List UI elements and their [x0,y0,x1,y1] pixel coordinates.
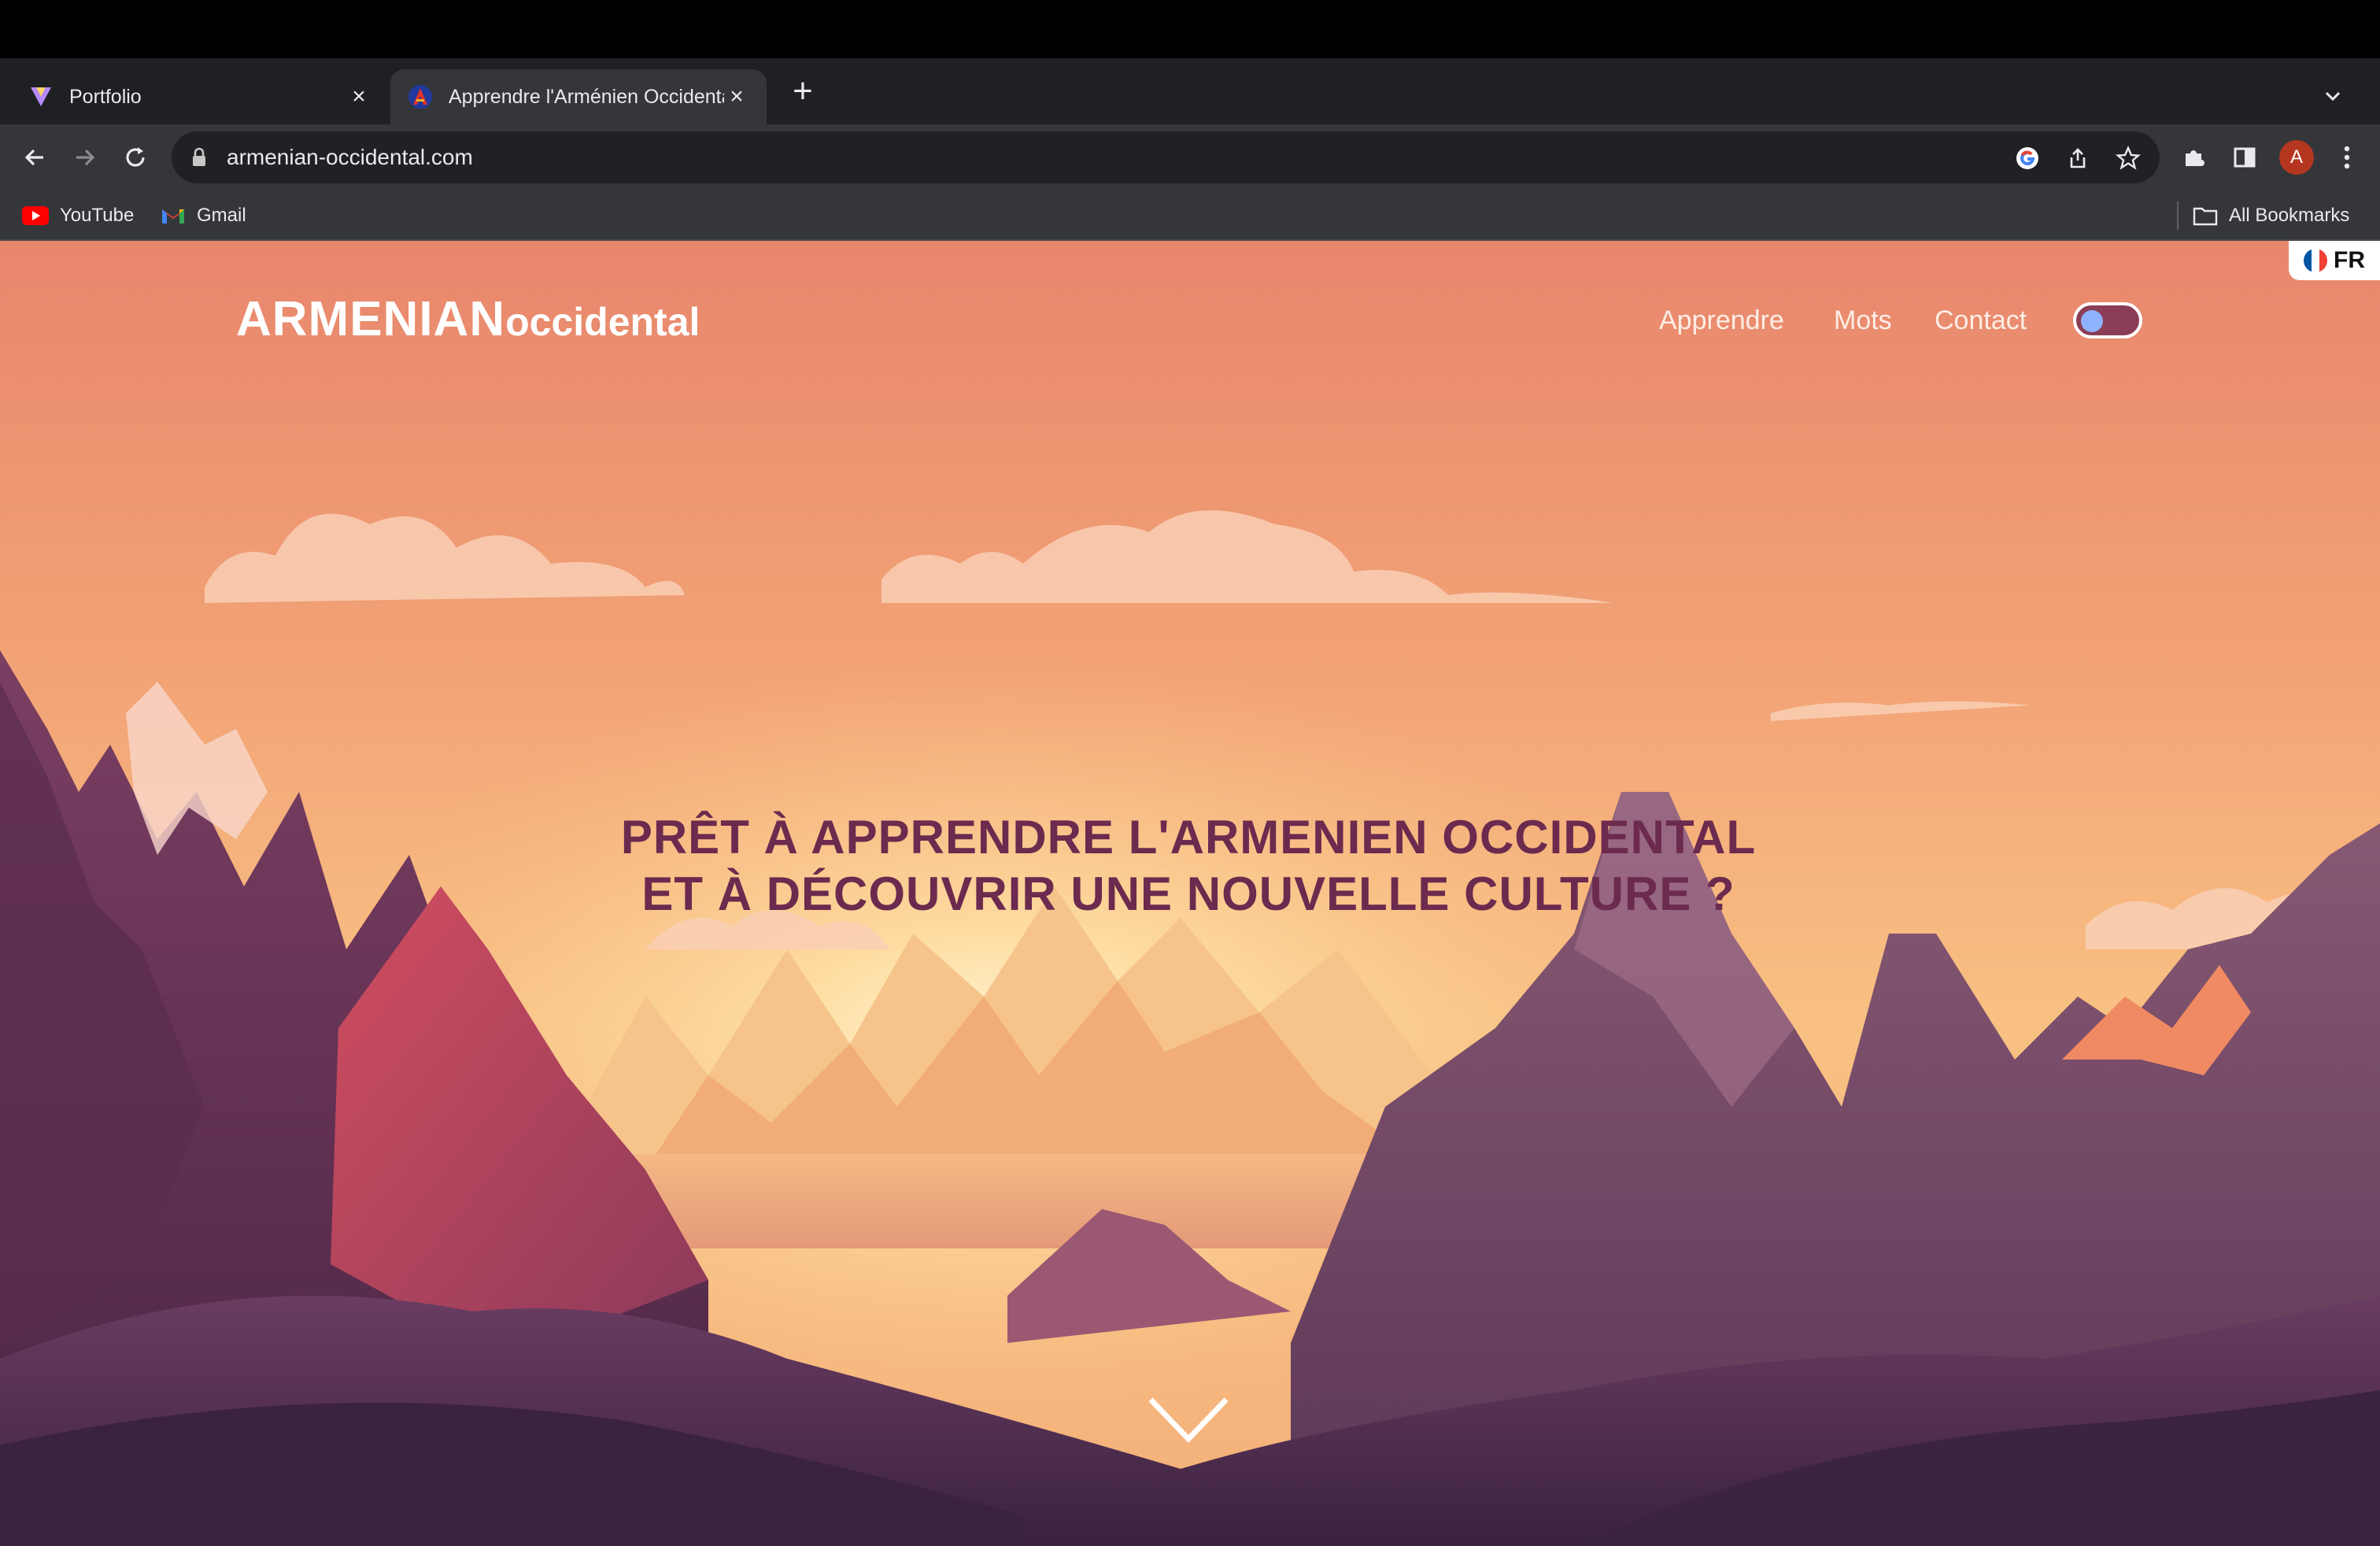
logo-sub: occidental [505,300,700,344]
language-code: FR [2334,247,2365,273]
tab-strip: Portfolio × Apprendre l'Arménien Occiden… [0,58,2380,124]
scroll-down-chevron-icon[interactable] [1146,1392,1231,1447]
bookmark-label: Gmail [197,205,246,226]
google-lens-icon[interactable] [2013,144,2042,172]
browser-toolbar: armenian-occidental.com A [0,124,2380,190]
tab-portfolio[interactable]: Portfolio × [11,69,389,124]
site-logo[interactable]: ARMENIANoccidental [236,291,700,347]
bookmark-label: YouTube [60,205,135,226]
folder-icon [2193,205,2218,226]
all-bookmarks-label: All Bookmarks [2229,205,2350,226]
profile-avatar[interactable]: A [2279,140,2314,175]
side-panel-icon[interactable] [2224,137,2265,178]
nav-contact[interactable]: Contact [1935,305,2027,336]
lock-icon[interactable] [190,147,208,168]
armenian-a-icon [408,84,433,109]
web-page: FR ARMENIANoccidental Apprendre Mots Con… [0,241,2380,1546]
bookmarks-separator [2177,202,2179,230]
bookmark-youtube[interactable]: YouTube [22,200,134,231]
share-icon[interactable] [2064,144,2092,172]
portfolio-v-icon [28,84,54,109]
tab-title: Portfolio [69,85,142,108]
bookmark-star-icon[interactable] [2114,144,2142,172]
language-selector[interactable]: FR [2289,241,2380,280]
gmail-icon [161,206,186,225]
tab-armenian-occidental[interactable]: Apprendre l'Arménien Occidental × [390,69,767,124]
logo-main: ARMENIAN [236,292,506,346]
youtube-icon [22,206,49,225]
close-tab-icon[interactable]: × [346,83,371,109]
dark-mode-toggle[interactable] [2073,302,2142,338]
close-tab-icon[interactable]: × [724,83,749,109]
new-tab-button[interactable]: + [787,74,819,109]
address-bar[interactable]: armenian-occidental.com [172,131,2160,183]
nav-apprendre[interactable]: Apprendre [1659,305,1784,336]
bookmarks-bar: YouTube Gmail All Bookmarks [0,190,2380,241]
back-arrow-icon[interactable] [14,137,55,178]
bookmark-gmail[interactable]: Gmail [161,200,246,231]
toggle-knob [2081,310,2103,332]
forward-arrow-icon[interactable] [65,137,105,178]
hero-headline: PRÊT À APPRENDRE L'ARMENIEN OCCIDENTAL E… [620,811,1757,920]
all-bookmarks-button[interactable]: All Bookmarks [2193,200,2349,231]
more-menu-icon[interactable] [2326,137,2367,178]
tab-search-chevron-icon[interactable] [2319,82,2347,110]
window-title-bar [0,0,2380,58]
address-text: armenian-occidental.com [227,145,473,169]
tab-title: Apprendre l'Arménien Occidental [449,85,724,108]
extensions-puzzle-icon[interactable] [2174,137,2215,178]
nav-mots[interactable]: Mots [1834,305,1892,336]
france-flag-icon [2304,249,2327,272]
reload-icon[interactable] [115,137,156,178]
